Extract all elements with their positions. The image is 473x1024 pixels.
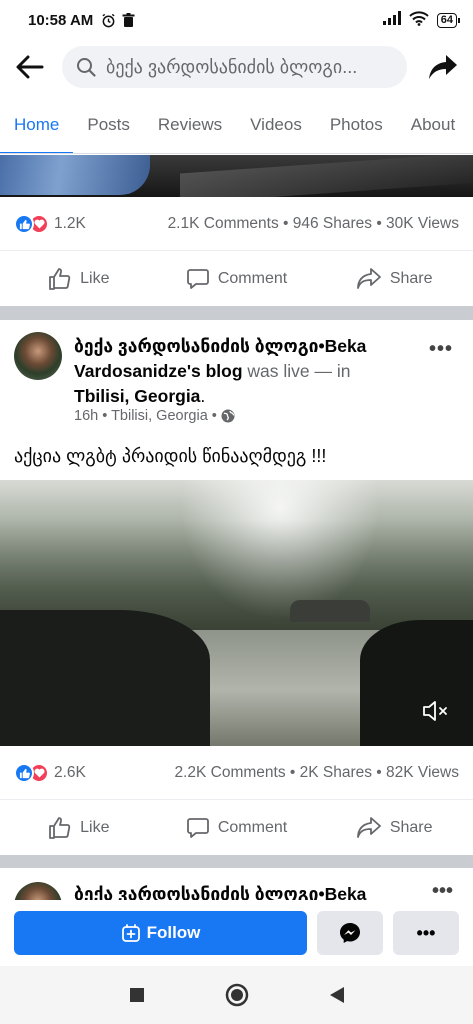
post1-actions: Like Comment Share — [0, 250, 473, 306]
page-name-latin[interactable]: Vardosanidze's blog — [74, 361, 243, 381]
messenger-button[interactable] — [317, 911, 383, 955]
like-button[interactable]: Like — [0, 816, 158, 840]
page-name[interactable]: ბექა ვარდოსანიძის ბლოგი•Beka — [74, 336, 366, 356]
speaker-muted-icon — [423, 701, 447, 721]
battery-level: 64 — [440, 14, 453, 26]
status-bar: 10:58 AM 64 — [0, 0, 473, 40]
reaction-summary[interactable]: 1.2K — [14, 214, 86, 234]
reaction-count: 2.6K — [54, 764, 86, 781]
post1-stats: 1.2K 2.1K Comments • 946 Shares • 30K Vi… — [0, 201, 473, 247]
tab-about[interactable]: About — [397, 96, 469, 153]
reaction-count: 1.2K — [54, 215, 86, 232]
trash-icon — [122, 12, 135, 28]
location-period: . — [200, 386, 206, 406]
share-post-button[interactable]: Share — [315, 267, 473, 291]
like-reaction-icon — [14, 763, 34, 783]
alarm-icon — [101, 13, 116, 28]
page-tabs: Home Posts Reviews Videos Photos About — [0, 96, 473, 154]
tab-reviews[interactable]: Reviews — [144, 96, 236, 153]
signal-icon — [382, 11, 401, 29]
back-button[interactable] — [14, 51, 46, 83]
share-arrow-icon — [429, 55, 457, 79]
follow-button[interactable]: Follow — [14, 911, 307, 955]
tab-posts[interactable]: Posts — [73, 96, 144, 153]
system-nav-bar — [0, 966, 473, 1024]
reaction-summary[interactable]: 2.6K — [14, 763, 86, 783]
video-frame-shape — [360, 620, 473, 746]
comment-label: Comment — [217, 818, 288, 836]
status-time: 10:58 AM — [28, 11, 94, 29]
like-label: Like — [80, 269, 110, 287]
mute-button[interactable] — [421, 696, 451, 726]
tab-home[interactable]: Home — [0, 96, 74, 153]
live-status: was live — in — [242, 361, 351, 381]
thumbs-up-icon — [49, 267, 71, 290]
arrow-left-icon — [16, 55, 44, 79]
home-circle-icon[interactable] — [225, 983, 249, 1007]
share-button[interactable] — [427, 51, 459, 83]
search-input[interactable]: ბექა ვარდოსანიძის ბლოგი... — [62, 46, 407, 88]
globe-icon — [221, 409, 235, 423]
more-actions-button[interactable]: ••• — [393, 911, 459, 955]
recents-square-icon[interactable] — [129, 987, 145, 1003]
post-timestamp[interactable]: 16h • Tbilisi, Georgia • — [74, 408, 217, 424]
comment-icon — [186, 817, 209, 838]
back-triangle-icon[interactable] — [329, 986, 345, 1004]
search-text: ბექა ვარდოსანიძის ბლოგი... — [106, 56, 358, 77]
status-right: 64 — [382, 10, 461, 30]
battery-icon: 64 — [436, 12, 461, 28]
feed-divider — [0, 855, 473, 869]
search-icon — [76, 57, 96, 77]
video-frame-shape — [290, 600, 370, 622]
avatar[interactable] — [14, 332, 62, 380]
post2-header: ბექა ვარდოსანიძის ბლოგი•Beka Vardosanidz… — [14, 332, 459, 432]
comment-button[interactable]: Comment — [158, 267, 316, 291]
follow-label: Follow — [146, 923, 201, 942]
tab-photos[interactable]: Photos — [316, 96, 397, 153]
video-frame-shape — [0, 610, 210, 746]
post2-stats: 2.6K 2.2K Comments • 2K Shares • 82K Vie… — [0, 750, 473, 796]
page: 10:58 AM 64 ბექა ვარდოსანიძის ბლოგი... H… — [0, 0, 473, 1024]
post-meta: 16h • Tbilisi, Georgia • — [74, 408, 235, 424]
like-button[interactable]: Like — [0, 267, 158, 291]
feed-divider — [0, 306, 473, 320]
page-action-bar: Follow ••• — [0, 900, 473, 966]
share-icon — [356, 816, 381, 838]
thumbs-up-icon — [49, 816, 71, 839]
engagement-stats[interactable]: 2.2K Comments • 2K Shares • 82K Views — [174, 764, 459, 782]
post2-actions: Like Comment Share — [0, 799, 473, 855]
location-link[interactable]: Tbilisi, Georgia — [74, 386, 200, 406]
share-icon — [356, 267, 381, 289]
share-label: Share — [389, 818, 433, 836]
post1-video[interactable] — [0, 155, 473, 197]
share-label: Share — [389, 269, 433, 287]
like-reaction-icon — [14, 214, 34, 234]
post-author-line: ბექა ვარდოსანიძის ბლოგი•Beka Vardosanidz… — [74, 334, 414, 409]
comment-label: Comment — [217, 269, 288, 287]
video-frame-shape — [0, 155, 150, 195]
messenger-icon — [340, 923, 360, 943]
video-frame-shape — [180, 155, 473, 197]
header: ბექა ვარდოსანიძის ბლოგი... — [0, 40, 473, 94]
share-post-button[interactable]: Share — [315, 816, 473, 840]
post2-video[interactable] — [0, 480, 473, 746]
like-label: Like — [80, 818, 110, 836]
more-options-button[interactable]: ••• — [429, 338, 453, 361]
engagement-stats[interactable]: 2.1K Comments • 946 Shares • 30K Views — [168, 215, 459, 233]
tab-videos[interactable]: Videos — [236, 96, 316, 153]
post-text: აქცია ლგბტ პრაიდის წინააღმდეგ !!! — [14, 446, 327, 466]
comment-button[interactable]: Comment — [158, 816, 316, 840]
wifi-icon — [409, 10, 429, 30]
follow-plus-icon — [121, 924, 140, 942]
comment-icon — [186, 268, 209, 289]
